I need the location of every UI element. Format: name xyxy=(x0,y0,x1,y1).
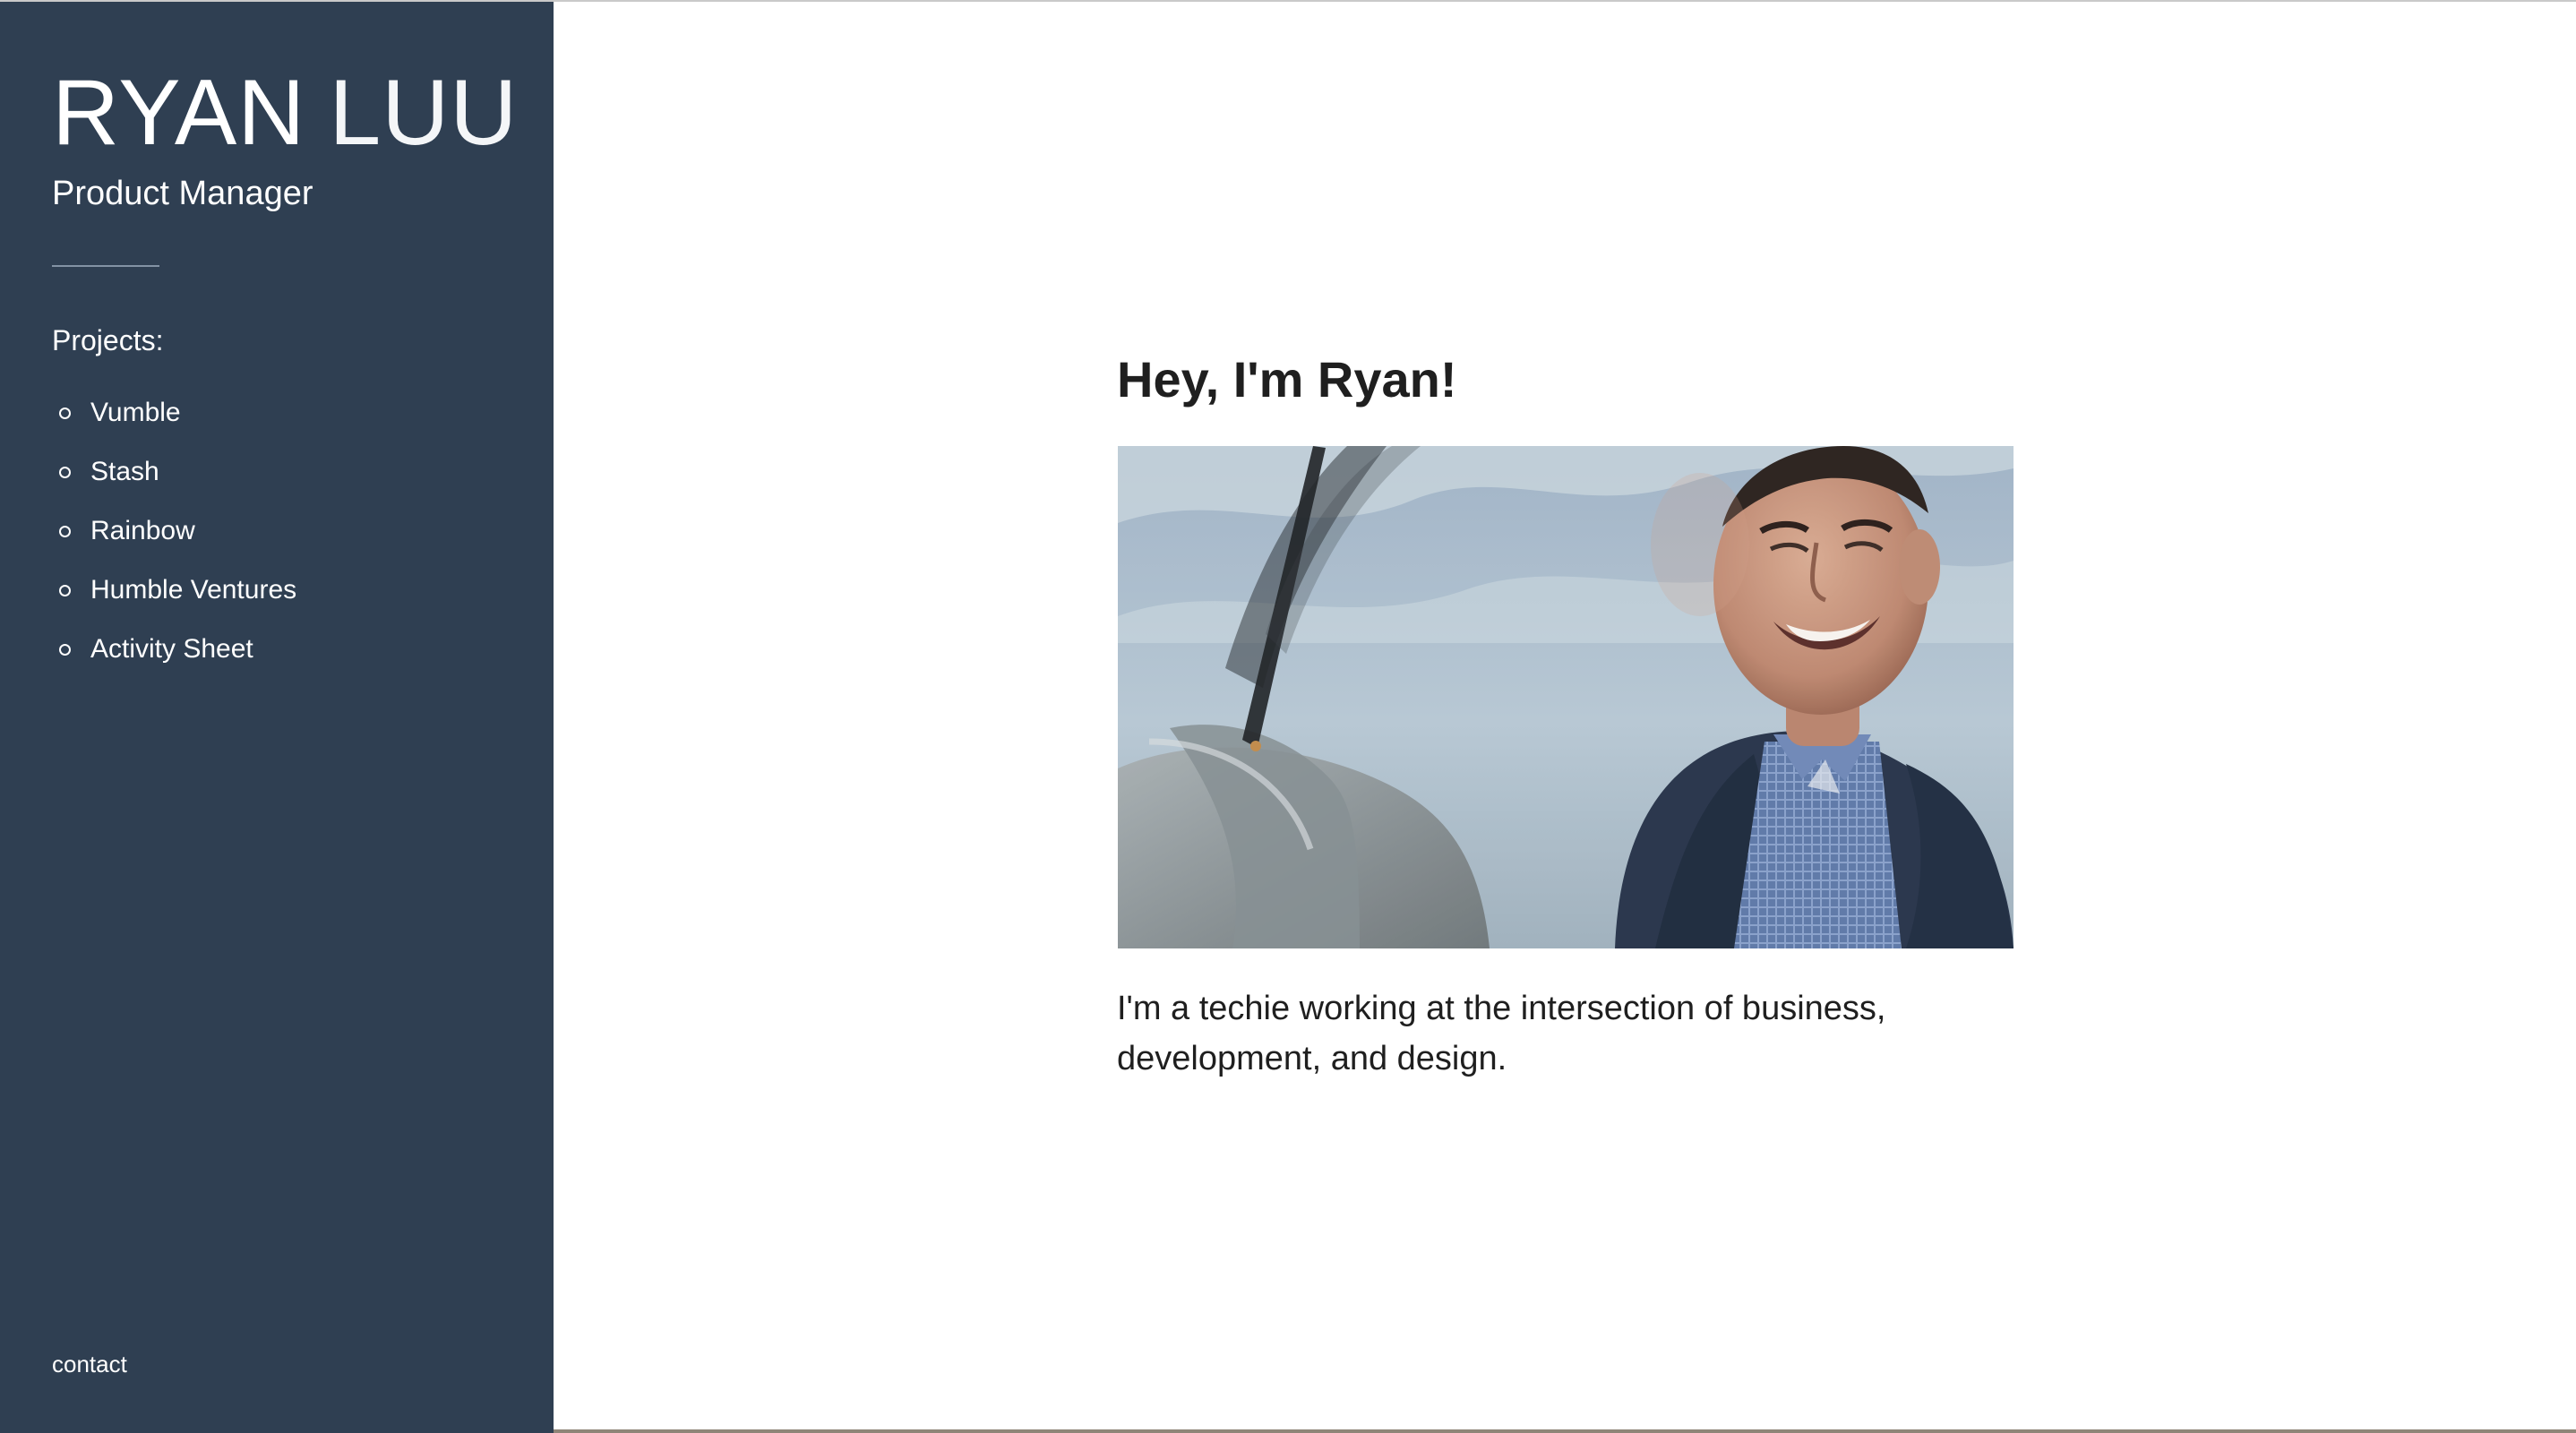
intro-paragraph: I'm a techie working at the intersection… xyxy=(1117,990,1886,1077)
sidebar: RYAN LUU Product Manager Projects: Vumble… xyxy=(0,2,554,1433)
project-label: Vumble xyxy=(90,398,181,427)
project-link-vumble[interactable]: Vumble xyxy=(52,383,296,442)
role-subtitle: Product Manager xyxy=(52,175,313,212)
circle-bullet-icon xyxy=(59,643,71,656)
project-link-humble-ventures[interactable]: Humble Ventures xyxy=(52,561,296,620)
sidebar-divider xyxy=(52,265,159,267)
project-label: Stash xyxy=(90,457,159,486)
project-label: Rainbow xyxy=(90,516,195,545)
contact-link[interactable]: contact xyxy=(52,1348,127,1380)
project-label: Activity Sheet xyxy=(90,634,253,664)
project-link-stash[interactable]: Stash xyxy=(52,442,296,502)
brand-last-name: LUU xyxy=(329,61,519,165)
profile-photo xyxy=(1118,446,2014,948)
brand-first-name: RYAN xyxy=(52,61,306,165)
project-link-rainbow[interactable]: Rainbow xyxy=(52,502,296,561)
projects-heading: Projects: xyxy=(52,324,164,356)
circle-bullet-icon xyxy=(59,584,71,596)
site-brand[interactable]: RYAN LUU xyxy=(52,59,518,167)
circle-bullet-icon xyxy=(59,407,71,419)
page-bottom-edge xyxy=(554,1429,2576,1433)
portfolio-page: RYAN LUU Product Manager Projects: Vumble… xyxy=(0,0,2576,1433)
project-link-activity-sheet[interactable]: Activity Sheet xyxy=(52,620,296,679)
circle-bullet-icon xyxy=(59,525,71,537)
project-list: Vumble Stash Rainbow Humble Ventures Act… xyxy=(52,383,296,679)
project-label: Humble Ventures xyxy=(90,575,297,605)
circle-bullet-icon xyxy=(59,466,71,478)
page-title: Hey, I'm Ryan! xyxy=(1117,351,1457,408)
